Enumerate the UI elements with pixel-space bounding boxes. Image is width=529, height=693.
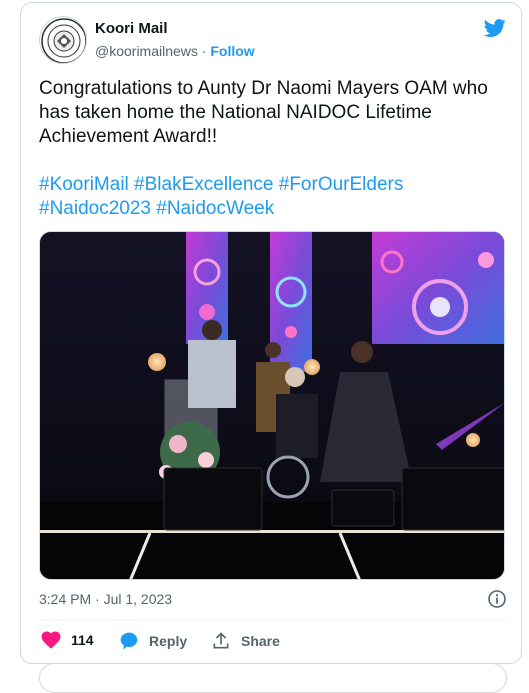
- avatar[interactable]: [39, 16, 87, 64]
- twitter-bird-icon[interactable]: [483, 17, 507, 39]
- hashtag-blakexcellence[interactable]: #BlakExcellence: [134, 174, 273, 195]
- tweet-text: Congratulations to Aunty Dr Naomi Mayers…: [39, 78, 488, 147]
- speech-bubble-icon: [120, 632, 138, 650]
- reply-button[interactable]: Reply: [119, 631, 187, 651]
- share-button[interactable]: Share: [211, 631, 280, 651]
- info-icon[interactable]: [487, 589, 507, 609]
- hashtag-naidoc2023[interactable]: #Naidoc2023: [39, 198, 151, 219]
- hashtag-koorimail[interactable]: #KooriMail: [39, 174, 129, 195]
- share-label: Share: [241, 633, 280, 649]
- divider: [39, 619, 507, 620]
- award-stage-photo: [40, 232, 504, 579]
- share-upload-icon: [213, 632, 229, 649]
- tweet-timestamp[interactable]: 3:24 PM · Jul 1, 2023: [39, 591, 172, 607]
- follow-button[interactable]: Follow: [210, 43, 254, 59]
- tweet-card[interactable]: Koori Mail @koorimailnews · Follow Congr…: [20, 2, 522, 693]
- reply-label: Reply: [149, 633, 188, 649]
- like-count: 114: [71, 632, 94, 648]
- display-name[interactable]: Koori Mail: [95, 20, 168, 37]
- handle-separator: ·: [197, 43, 211, 59]
- tweet-header: Koori Mail @koorimailnews · Follow: [39, 15, 507, 69]
- tweet-actions: 114 Reply Share: [39, 627, 507, 657]
- tweet-photo[interactable]: [39, 231, 505, 580]
- hashtag-list: #KooriMail #BlakExcellence #ForOurElders…: [39, 173, 509, 221]
- like-button[interactable]: 114: [41, 631, 94, 649]
- read-replies-button[interactable]: [39, 663, 507, 693]
- hashtag-forourelders[interactable]: #ForOurElders: [279, 174, 404, 195]
- handle-row: @koorimailnews · Follow: [95, 43, 255, 59]
- heart-icon: [41, 631, 61, 649]
- hashtag-naidocweek[interactable]: #NaidocWeek: [156, 198, 274, 219]
- account-handle[interactable]: @koorimailnews: [95, 43, 198, 59]
- koori-mail-logo-icon: [41, 18, 86, 63]
